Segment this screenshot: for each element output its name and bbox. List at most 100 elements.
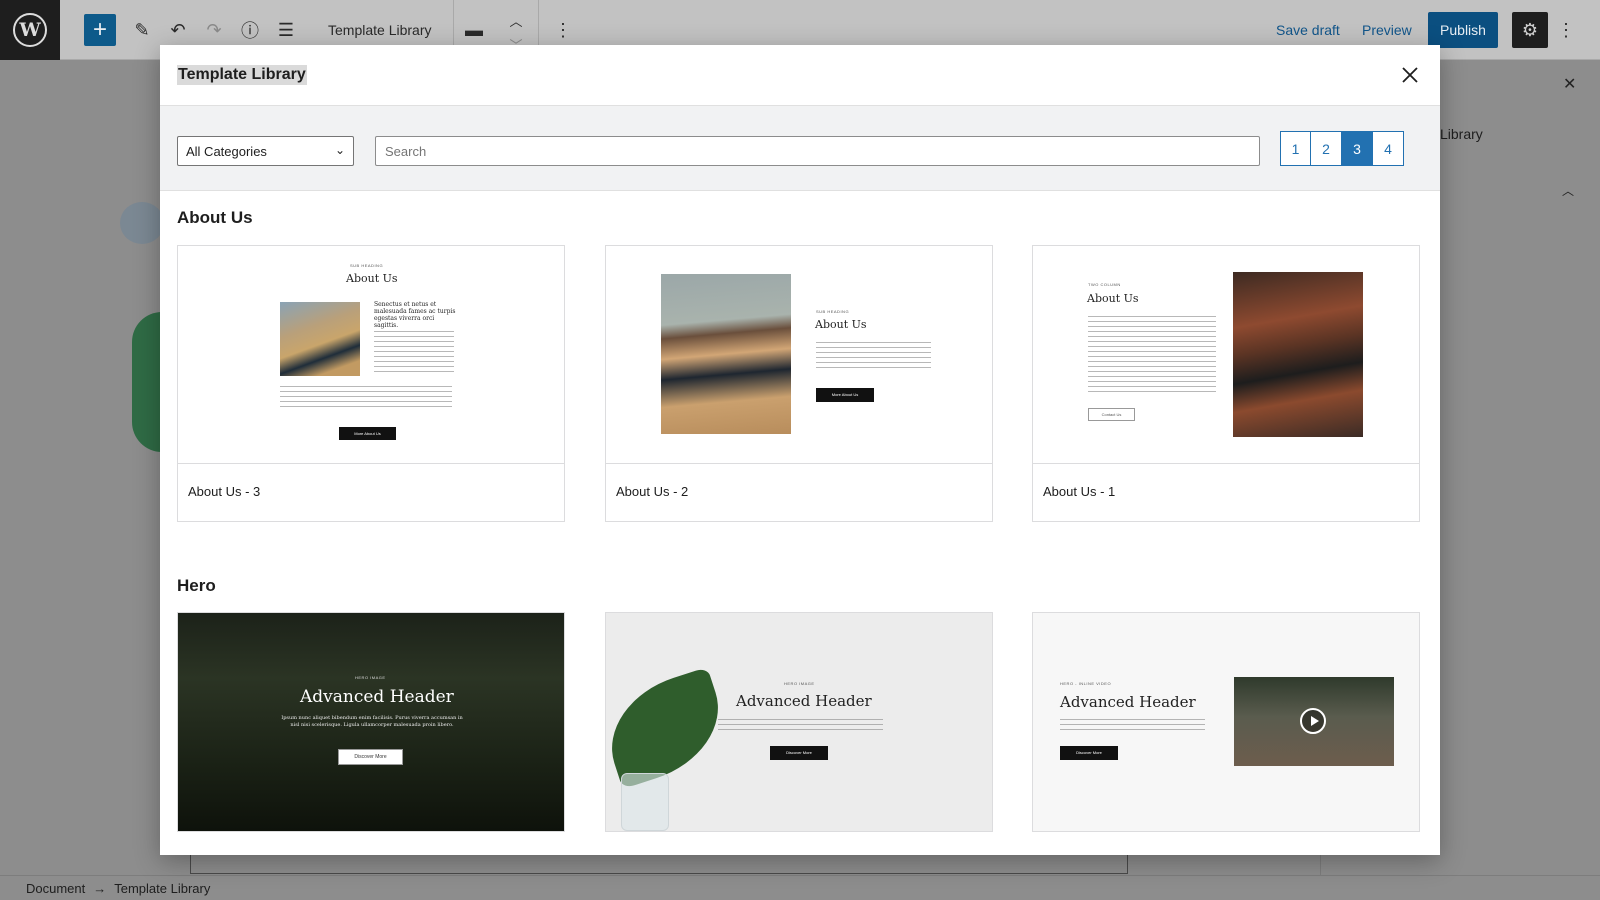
undo-button[interactable]: ↶ <box>162 14 194 46</box>
pencil-icon: ✎ <box>134 19 150 40</box>
preview-text <box>280 386 452 410</box>
template-preview: TWO COLUMN About Us Contact Us <box>1033 246 1419 464</box>
breadcrumb-item-current[interactable]: Template Library <box>114 881 210 896</box>
preview-lead: Senectus et netus et malesuada fames ac … <box>374 301 456 329</box>
preview-button: Discover More <box>338 749 403 765</box>
details-button[interactable]: ⓘ <box>234 14 266 46</box>
chevron-down-icon: ⌄ <box>334 143 345 157</box>
gear-icon: ⚙ <box>1521 19 1539 40</box>
more-vertical-icon: ⋮ <box>554 19 572 40</box>
chevron-up-icon: ︿ <box>1562 184 1575 198</box>
preview-eyebrow: HERO IMAGE <box>355 675 386 680</box>
settings-button[interactable]: ⚙ <box>1512 12 1548 48</box>
pagination: 1 2 3 4 <box>1280 131 1404 166</box>
add-block-button[interactable]: + <box>84 14 116 46</box>
more-vertical-icon: ⋮ <box>1557 19 1575 40</box>
section-title: Hero <box>177 576 216 595</box>
template-card[interactable]: TWO COLUMN About Us Contact Us About Us … <box>1032 245 1420 522</box>
background-decoration <box>120 202 164 244</box>
page-button-3[interactable]: 3 <box>1342 131 1373 166</box>
preview-text <box>374 331 454 375</box>
preview-image <box>621 773 669 831</box>
modal-title: Template Library <box>177 65 307 85</box>
template-library-modal: Template Library All Categories ⌄ Search… <box>160 45 1440 855</box>
preview-eyebrow: SUB HEADING <box>816 309 850 314</box>
arrow-right-icon: → <box>93 880 107 896</box>
preview-eyebrow: HERO IMAGE <box>784 681 815 686</box>
preview-heading: About Us <box>815 318 867 331</box>
sidebar-close-button[interactable]: ✕ <box>1563 74 1576 94</box>
modal-close-button[interactable] <box>1398 63 1422 87</box>
modal-header: Template Library <box>160 45 1440 106</box>
preview-video <box>1234 677 1394 766</box>
list-view-icon: ☰ <box>277 19 295 40</box>
preview-text <box>718 719 883 731</box>
edit-tool-button[interactable]: ✎ <box>126 14 158 46</box>
document-title[interactable]: Template Library <box>328 22 432 38</box>
preview-heading: Advanced Header <box>1060 693 1196 711</box>
publish-button[interactable]: Publish <box>1428 12 1498 48</box>
page-button-2[interactable]: 2 <box>1311 131 1342 166</box>
preview-image <box>1233 272 1363 437</box>
sidebar-panel-toggle[interactable]: ︿ <box>1562 182 1574 199</box>
preview-heading: Advanced Header <box>736 692 872 710</box>
template-label: About Us - 2 <box>616 484 689 499</box>
template-preview: HERO - INLINE VIDEO Advanced Header Disc… <box>1033 613 1419 831</box>
preview-image <box>280 302 360 376</box>
preview-text: Ipsum nunc aliquet bibendum enim facilis… <box>281 715 463 728</box>
wordpress-logo-icon: W <box>13 13 47 47</box>
preview-heading: Advanced Header <box>300 687 454 707</box>
preview-button: More About Us <box>339 427 396 440</box>
template-card[interactable]: HERO IMAGE Advanced Header Ipsum nunc al… <box>177 612 565 832</box>
options-button[interactable]: ⋮ <box>1550 14 1582 46</box>
filter-bar: All Categories ⌄ Search 1 2 3 4 <box>160 106 1440 191</box>
info-icon: ⓘ <box>241 21 259 41</box>
template-card[interactable]: SUB HEADING About Us Senectus et netus e… <box>177 245 565 522</box>
template-preview: SUB HEADING About Us More About Us <box>606 246 992 464</box>
chevron-up-icon: ︿ <box>509 13 523 29</box>
category-select-value: All Categories <box>186 144 267 159</box>
breadcrumb: Document → Template Library <box>0 875 1600 900</box>
undo-icon: ↶ <box>170 19 186 40</box>
template-list: About Us SUB HEADING About Us Senectus e… <box>160 192 1440 855</box>
template-preview: HERO IMAGE Advanced Header Ipsum nunc al… <box>178 613 564 831</box>
preview-button: More About Us <box>816 388 874 402</box>
play-icon <box>1300 708 1326 734</box>
preview-text <box>1060 719 1205 731</box>
preview-button: Discover More <box>1060 746 1118 760</box>
preview-heading: About Us <box>1087 292 1139 305</box>
category-select[interactable]: All Categories ⌄ <box>177 136 354 166</box>
search-input[interactable]: Search <box>375 136 1260 166</box>
page-button-1[interactable]: 1 <box>1280 131 1311 166</box>
section-title: About Us <box>177 208 253 227</box>
list-view-button[interactable]: ☰ <box>270 14 302 46</box>
folder-button[interactable]: ▬ <box>458 14 490 46</box>
page-button-4[interactable]: 4 <box>1373 131 1404 166</box>
close-icon <box>1402 67 1418 83</box>
save-draft-button[interactable]: Save draft <box>1276 22 1340 38</box>
redo-icon: ↷ <box>206 19 222 40</box>
plus-icon: + <box>92 16 107 43</box>
preview-eyebrow: HERO - INLINE VIDEO <box>1060 681 1112 686</box>
template-preview: HERO IMAGE Advanced Header Discover More <box>606 613 992 831</box>
template-card[interactable]: HERO IMAGE Advanced Header Discover More <box>605 612 993 832</box>
template-label: About Us - 1 <box>1043 484 1116 499</box>
preview-text <box>1088 316 1216 396</box>
preview-button: Contact Us <box>1088 408 1135 421</box>
template-card[interactable]: HERO - INLINE VIDEO Advanced Header Disc… <box>1032 612 1420 832</box>
wordpress-logo-button[interactable]: W <box>0 0 60 60</box>
template-label: About Us - 3 <box>188 484 261 499</box>
breadcrumb-item-document[interactable]: Document <box>26 881 85 896</box>
preview-heading: About Us <box>346 272 398 285</box>
folder-icon: ▬ <box>465 19 483 40</box>
template-card[interactable]: SUB HEADING About Us More About Us About… <box>605 245 993 522</box>
preview-eyebrow: SUB HEADING <box>350 263 384 268</box>
preview-eyebrow: TWO COLUMN <box>1088 282 1121 287</box>
close-icon: ✕ <box>1563 76 1577 93</box>
block-options-button[interactable]: ⋮ <box>547 14 579 46</box>
preview-image <box>661 274 791 434</box>
redo-button[interactable]: ↷ <box>198 14 230 46</box>
preview-button[interactable]: Preview <box>1362 22 1412 38</box>
template-preview: SUB HEADING About Us Senectus et netus e… <box>178 246 564 464</box>
preview-text <box>816 342 931 370</box>
